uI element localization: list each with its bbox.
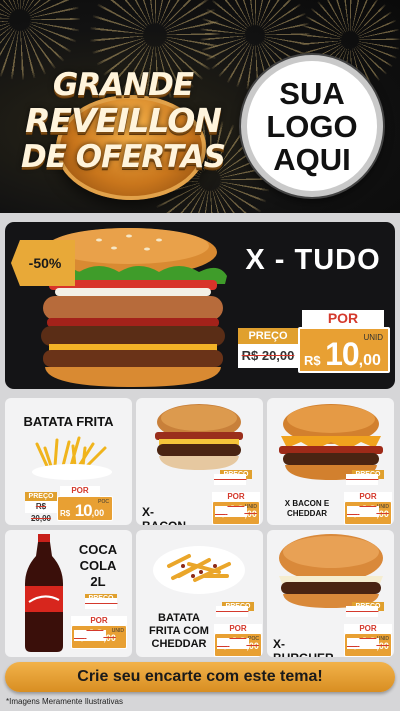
logo-text: LOGO bbox=[266, 108, 358, 144]
new-price-box: POC R$ 10,00 bbox=[57, 496, 113, 521]
old-price: R$ 20,00 bbox=[238, 344, 298, 368]
logo-text: SUA bbox=[279, 75, 345, 111]
title-badge: GRANDE REVEILLON DE OFERTAS bbox=[18, 55, 228, 200]
featured-card[interactable]: -50% X - TUDO POR PREÇO R$ 20,00 UNID R$… bbox=[5, 222, 395, 389]
product-name: 2L bbox=[90, 574, 106, 589]
product-card[interactable]: COCA COLA 2L PREÇO R$ 20,00 POR UNID R$ … bbox=[5, 530, 132, 657]
product-card[interactable]: X-BACON PREÇO R$ 20,00 POR UNID R$ 10,00 bbox=[136, 398, 263, 525]
currency: R$ bbox=[347, 510, 358, 519]
product-name: FRITA COM bbox=[149, 625, 209, 637]
new-price-box: UNID R$ 10,00 bbox=[344, 633, 392, 657]
new-price-box: UNID R$ 10,00 bbox=[212, 501, 260, 525]
product-card[interactable]: BATATA FRITA COM CHEDDAR PREÇO R$ 20,00 … bbox=[136, 530, 263, 657]
title-line: GRANDE bbox=[52, 67, 194, 103]
price-integer: 10 bbox=[325, 336, 360, 372]
cta-button[interactable]: Crie seu encarte com este tema! bbox=[5, 662, 395, 692]
product-name: CHEDDAR bbox=[151, 638, 207, 650]
currency: R$ bbox=[217, 642, 228, 651]
product-name: BATATA FRITA bbox=[23, 414, 114, 429]
currency: R$ bbox=[347, 642, 358, 651]
por-label: POR bbox=[344, 624, 392, 633]
currency: R$ bbox=[60, 509, 71, 518]
product-name: X-BURGUER bbox=[273, 637, 334, 657]
old-price: R$ 20,00 bbox=[346, 474, 379, 485]
product-name: BATATA bbox=[158, 612, 200, 624]
product-price: PREÇO R$ 20,00 POR UNID R$ 10,00 bbox=[71, 594, 129, 650]
old-price: R$ 20,00 bbox=[85, 598, 118, 609]
currency: R$ bbox=[304, 353, 321, 368]
fries-image bbox=[32, 436, 112, 480]
product-price: PREÇO R$ 20,00 POR POC R$ 10,00 bbox=[25, 486, 115, 525]
featured-price: POR PREÇO R$ 20,00 UNID R$ 10,00 bbox=[238, 310, 393, 380]
price-decimal: ,00 bbox=[91, 508, 105, 518]
new-price: R$ 10,00 bbox=[217, 635, 259, 652]
new-price-box: UNID R$ 10,00 bbox=[298, 327, 390, 373]
logo-text: AQUI bbox=[273, 141, 351, 177]
disclaimer-text: *Imagens Meramente Ilustrativas bbox=[6, 697, 123, 706]
new-price: R$ 10,00 bbox=[215, 503, 257, 520]
title-line: REVEILLON bbox=[25, 101, 222, 140]
por-label: POR bbox=[212, 492, 260, 501]
currency: R$ bbox=[74, 634, 85, 643]
product-name: COLA bbox=[79, 558, 117, 573]
price-decimal: ,00 bbox=[244, 509, 257, 519]
preco-label: PREÇO bbox=[25, 492, 57, 501]
new-price: R$ 10,00 bbox=[74, 627, 116, 644]
burger-image bbox=[155, 404, 243, 470]
old-price: R$ 20,00 bbox=[216, 606, 249, 617]
product-price: PREÇO R$ 20,00 POR UNID R$ 10,00 bbox=[344, 470, 394, 525]
new-price: R$ 10,00 bbox=[347, 635, 389, 652]
product-name: X BACON E CHEDDAR bbox=[284, 499, 330, 518]
new-price-box: UNID R$ 10,00 bbox=[344, 501, 392, 525]
discount-badge: -50% bbox=[11, 240, 75, 286]
por-label: POR bbox=[344, 492, 392, 501]
product-card[interactable]: X-BURGUER PREÇO R$ 20,00 POR UNID R$ 10,… bbox=[267, 530, 394, 657]
new-price-box: UNID R$ 10,00 bbox=[71, 625, 127, 649]
product-name: COCA bbox=[78, 542, 118, 557]
price-integer: 10 bbox=[229, 634, 247, 653]
por-label: POR bbox=[302, 310, 384, 327]
old-price: R$ 20,00 bbox=[346, 606, 379, 617]
por-label: POR bbox=[71, 616, 127, 625]
product-price: PREÇO R$ 20,00 POR UNID R$ 10,00 bbox=[212, 470, 262, 525]
soda-bottle-image bbox=[25, 534, 63, 652]
price-decimal: ,00 bbox=[376, 641, 389, 651]
preco-label: PREÇO bbox=[238, 328, 298, 344]
price-integer: 10 bbox=[227, 502, 245, 521]
price-decimal: ,00 bbox=[376, 509, 389, 519]
price-integer: 10 bbox=[74, 501, 93, 520]
product-card[interactable]: BATATA FRITA PREÇO R$ 20,00 POR POC R$ 1… bbox=[5, 398, 132, 525]
product-name: X-BACON bbox=[142, 505, 186, 525]
currency: R$ bbox=[215, 510, 226, 519]
old-price: R$ 20,00 bbox=[25, 501, 57, 523]
por-label: POR bbox=[214, 624, 262, 633]
new-price: R$ 10,00 bbox=[304, 336, 381, 373]
por-label: POR bbox=[60, 486, 100, 496]
product-price: PREÇO R$ 20,00 POR UNID R$ 10,00 bbox=[344, 602, 394, 657]
title-line: DE OFERTAS bbox=[21, 139, 226, 175]
new-price-box: POC R$ 10,00 bbox=[214, 633, 262, 657]
new-price: R$ 10,00 bbox=[347, 503, 389, 520]
cheddar-fries-image bbox=[153, 546, 245, 594]
old-price: R$ 20,00 bbox=[214, 474, 247, 485]
price-integer: 10 bbox=[359, 634, 377, 653]
burger-image bbox=[279, 404, 383, 480]
price-decimal: ,00 bbox=[246, 641, 259, 651]
price-integer: 10 bbox=[359, 502, 377, 521]
header-banner: GRANDE REVEILLON DE OFERTAS SUA LOGO AQU… bbox=[0, 0, 400, 213]
new-price: R$ 10,00 bbox=[60, 501, 104, 521]
product-price: PREÇO R$ 20,00 POR POC R$ 10,00 bbox=[214, 602, 263, 657]
product-card[interactable]: X BACON E CHEDDAR PREÇO R$ 20,00 POR UNI… bbox=[267, 398, 394, 525]
price-decimal: ,00 bbox=[358, 352, 381, 369]
logo-placeholder[interactable]: SUA LOGO AQUI bbox=[241, 55, 383, 197]
featured-name: X - TUDO bbox=[245, 244, 381, 276]
price-integer: 10 bbox=[86, 626, 104, 645]
burger-image bbox=[279, 534, 383, 608]
flyer: GRANDE REVEILLON DE OFERTAS SUA LOGO AQU… bbox=[0, 0, 400, 711]
price-decimal: ,00 bbox=[103, 633, 116, 643]
